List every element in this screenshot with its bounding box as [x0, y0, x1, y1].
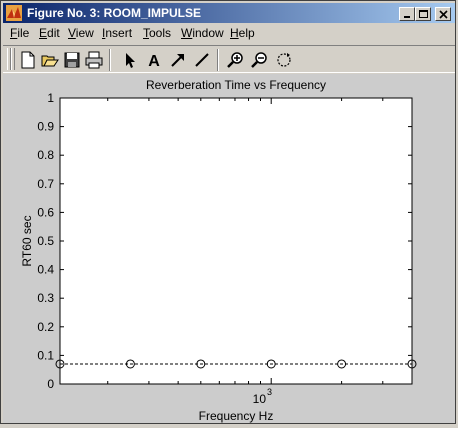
menu-help[interactable]: Help [230, 26, 255, 40]
insert-text-button[interactable]: A [143, 49, 165, 71]
open-file-button[interactable] [39, 49, 61, 71]
new-figure-icon [21, 51, 35, 69]
insert-arrow-button[interactable] [167, 49, 189, 71]
maximize-button[interactable] [415, 7, 431, 21]
zoom-in-button[interactable] [225, 49, 247, 71]
save-icon [64, 52, 80, 68]
figure-canvas: Reverberation Time vs Frequency 0 0.1 0.2 0… [3, 74, 455, 423]
menu-tools[interactable]: Tools [143, 26, 171, 40]
menu-window[interactable]: Window [181, 26, 224, 40]
toolbar-separator-2 [217, 49, 219, 71]
y-tick-label: 0.8 [37, 148, 54, 162]
insert-text-icon: A [148, 53, 160, 69]
close-button[interactable] [435, 7, 451, 21]
figure-toolbar: A [3, 45, 455, 73]
y-tick-label: 0.2 [37, 320, 54, 334]
toolbar-grip-2[interactable] [11, 48, 15, 70]
axes-background [60, 98, 412, 384]
y-tick-label: 0.9 [37, 120, 54, 134]
new-figure-button[interactable] [17, 49, 39, 71]
edit-plot-button[interactable] [119, 49, 141, 71]
y-tick-label: 1 [47, 91, 54, 105]
rt60-chart: Reverberation Time vs Frequency 00.10.20… [20, 78, 417, 423]
y-axis-label: RT60 sec [20, 215, 34, 266]
figure-window: Figure No. 3: ROOM_IMPULSE File Edit Vie… [0, 0, 456, 424]
menu-edit[interactable]: Edit [39, 26, 60, 40]
zoom-out-icon [251, 52, 267, 68]
toolbar-separator [109, 49, 111, 71]
menu-view[interactable]: View [68, 26, 94, 40]
zoom-in-icon [227, 52, 243, 68]
minimize-icon [404, 16, 410, 18]
chart-title: Reverberation Time vs Frequency [146, 78, 326, 92]
menu-bar: File Edit View Insert Tools Window Help [3, 24, 455, 43]
edit-plot-arrow-icon [126, 53, 135, 68]
insert-arrow-icon [171, 54, 184, 67]
save-button[interactable] [61, 49, 83, 71]
title-bar[interactable]: Figure No. 3: ROOM_IMPULSE [3, 3, 455, 23]
maximize-icon [419, 10, 428, 18]
y-tick-label: 0.6 [37, 205, 54, 219]
window-title: Figure No. 3: ROOM_IMPULSE [27, 6, 202, 20]
menu-insert[interactable]: Insert [102, 26, 132, 40]
rotate-3d-button[interactable] [273, 49, 295, 71]
menu-file[interactable]: File [10, 26, 29, 40]
y-tick-label: 0.3 [37, 291, 54, 305]
zoom-out-button[interactable] [249, 49, 271, 71]
y-tick-label: 0.5 [37, 234, 54, 248]
minimize-button[interactable] [399, 7, 415, 21]
x-tick-label-exponent: 3 [267, 387, 272, 397]
matlab-logo-icon [6, 5, 22, 21]
y-tick-label: 0 [47, 377, 54, 391]
rotate-3d-icon [277, 53, 291, 67]
print-button[interactable] [83, 49, 105, 71]
x-axis-label: Frequency Hz [199, 409, 274, 423]
insert-line-icon [195, 53, 209, 67]
y-tick-label: 0.4 [37, 263, 54, 277]
print-icon [85, 51, 103, 69]
y-tick-label: 0.7 [37, 177, 54, 191]
open-file-icon [41, 55, 59, 67]
y-tick-label: 0.1 [37, 348, 54, 362]
svg-text:A: A [148, 53, 160, 69]
x-tick-label-base: 10 [253, 392, 267, 406]
close-icon [439, 10, 448, 19]
y-tick-labels: 0 0.1 0.2 0.3 0.4 0.5 0.6 0.7 0.8 0.9 1 [37, 91, 54, 391]
insert-line-button[interactable] [191, 49, 213, 71]
